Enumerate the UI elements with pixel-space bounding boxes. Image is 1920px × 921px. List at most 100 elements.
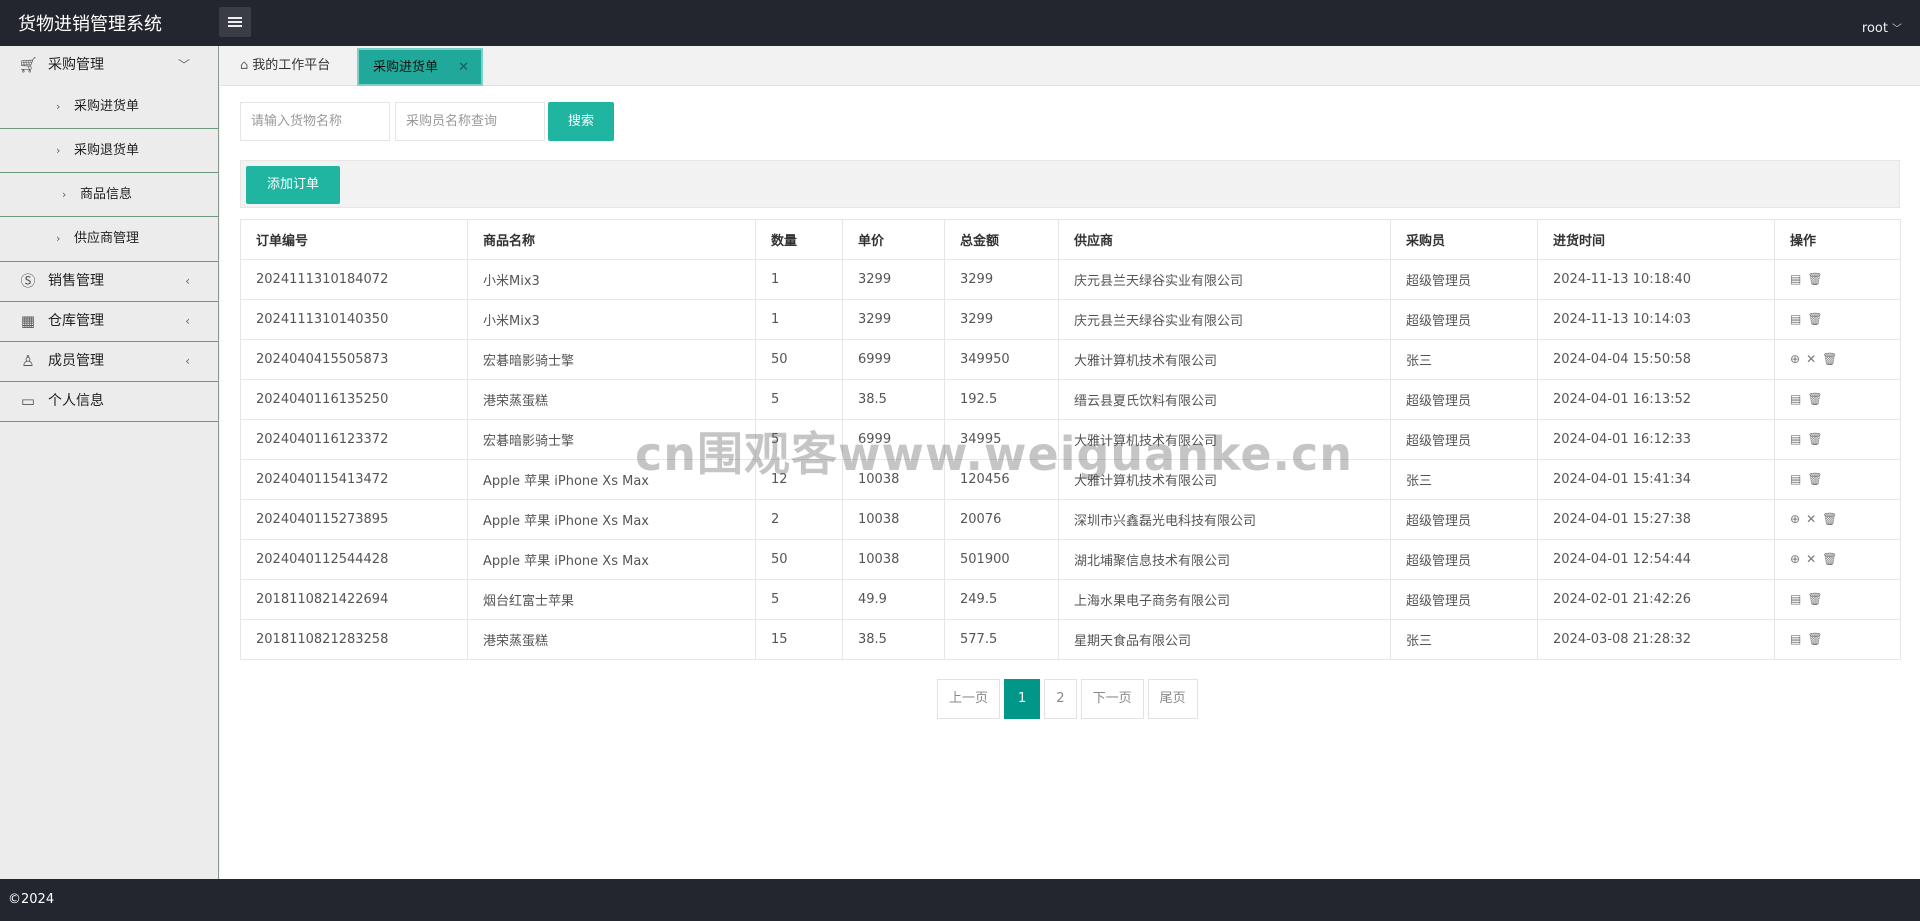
close-icon[interactable]: ✕: [458, 50, 469, 86]
nav-item-purchase-return[interactable]: › 采购退货单: [0, 129, 218, 173]
view-icon[interactable]: ▤: [1790, 472, 1801, 486]
col-date[interactable]: 进货时间: [1537, 219, 1775, 260]
tab-bar: ⌂ 我的工作平台 采购进货单 ✕: [220, 46, 1920, 86]
col-order-no[interactable]: 订单编号: [240, 219, 468, 260]
nav-purchase[interactable]: 🛒︎ 采购管理 ﹀: [0, 46, 218, 85]
view-icon[interactable]: ▤: [1790, 312, 1801, 326]
delete-icon[interactable]: 🗑︎: [1807, 472, 1822, 486]
table-row: 2024040116135250 港荣蒸蛋糕 5 38.5 192.5 缙云县夏氏饮料有限…: [240, 379, 1901, 420]
table-cell: 2018110821283258: [240, 619, 468, 660]
delete-icon[interactable]: 🗑︎: [1807, 432, 1822, 446]
col-supplier[interactable]: 供应商: [1058, 219, 1391, 260]
table-cell: 2024040116123372: [240, 419, 468, 460]
col-quantity[interactable]: 数量: [755, 219, 843, 260]
view-icon[interactable]: ▤: [1790, 432, 1801, 446]
delete-icon[interactable]: 🗑︎: [1807, 272, 1822, 286]
table-cell: 2024-11-13 10:18:40: [1537, 259, 1775, 300]
home-icon: ⌂: [240, 58, 249, 73]
nav-item-label: 采购进货单: [74, 99, 140, 114]
delete-icon[interactable]: 🗑︎: [1822, 552, 1837, 566]
table-cell: 577.5: [944, 619, 1059, 660]
buyer-name-input[interactable]: 采购员名称查询: [395, 102, 545, 141]
table-cell: Apple 苹果 iPhone Xs Max: [467, 539, 756, 580]
dollar-icon: Ⓢ: [20, 272, 36, 290]
nav-warehouse[interactable]: ▦ 仓库管理 ‹: [0, 302, 218, 341]
col-buyer[interactable]: 采购员: [1390, 219, 1538, 260]
table-row: 2024111310140350 小米Mix3 1 3299 3299 庆元县兰天绿谷实业…: [240, 299, 1901, 340]
table-cell: 49.9: [842, 579, 945, 620]
table-cell: 超级管理员: [1390, 539, 1538, 580]
table-cell: 3299: [944, 259, 1059, 300]
row-actions: ▤ 🗑︎: [1774, 419, 1901, 460]
delete-icon[interactable]: 🗑︎: [1822, 352, 1837, 366]
tab-purchase-order-label: 采购进货单: [373, 60, 439, 75]
table-cell: 2024040115273895: [240, 499, 468, 540]
view-icon[interactable]: ▤: [1790, 592, 1801, 606]
table-cell: 缙云县夏氏饮料有限公司: [1058, 379, 1391, 420]
approve-icon[interactable]: ⊕: [1790, 512, 1800, 526]
table-cell: 3299: [842, 299, 945, 340]
prev-page-button[interactable]: 上一页: [937, 679, 1001, 719]
page-2-button[interactable]: 2: [1044, 679, 1077, 719]
table-cell: 星期天食品有限公司: [1058, 619, 1391, 660]
delete-icon[interactable]: 🗑︎: [1822, 512, 1837, 526]
table-cell: 20076: [944, 499, 1059, 540]
chevron-left-icon: ‹: [185, 274, 190, 288]
delete-icon[interactable]: 🗑︎: [1807, 632, 1822, 646]
cancel-icon[interactable]: ✕: [1806, 352, 1816, 366]
last-page-button[interactable]: 尾页: [1147, 679, 1198, 719]
table-cell: 2024040115413472: [240, 459, 468, 500]
top-header: 货物进销管理系统 root ﹀: [0, 0, 1920, 46]
col-unit-price[interactable]: 单价: [842, 219, 945, 260]
next-page-button[interactable]: 下一页: [1080, 679, 1144, 719]
user-menu[interactable]: root ﹀: [1862, 20, 1902, 36]
table-cell: 2024-11-13 10:14:03: [1537, 299, 1775, 340]
username: root: [1861, 21, 1888, 36]
row-actions: ▤ 🗑︎: [1774, 459, 1901, 500]
approve-icon[interactable]: ⊕: [1790, 352, 1800, 366]
table-cell: 湖北埔聚信息技术有限公司: [1058, 539, 1391, 580]
table-cell: 小米Mix3: [467, 299, 756, 340]
nav-item-purchase-order[interactable]: › 采购进货单: [0, 85, 218, 129]
col-total[interactable]: 总金额: [944, 219, 1059, 260]
delete-icon[interactable]: 🗑︎: [1807, 392, 1822, 406]
nav-group-members: ♙ 成员管理 ‹: [0, 342, 218, 382]
view-icon[interactable]: ▤: [1790, 632, 1801, 646]
search-button[interactable]: 搜索: [548, 102, 614, 141]
cart-icon: 🛒︎: [18, 56, 38, 74]
col-goods-name[interactable]: 商品名称: [467, 219, 756, 260]
table-cell: 249.5: [944, 579, 1059, 620]
tab-home[interactable]: ⌂ 我的工作平台: [226, 48, 344, 86]
cancel-icon[interactable]: ✕: [1806, 552, 1816, 566]
view-icon[interactable]: ▤: [1790, 392, 1801, 406]
nav-item-goods-info[interactable]: › 商品信息: [0, 173, 218, 217]
warehouse-icon: ▦: [20, 312, 36, 330]
table-cell: 2024-04-01 16:13:52: [1537, 379, 1775, 420]
table-cell: 庆元县兰天绿谷实业有限公司: [1058, 259, 1391, 300]
nav-item-supplier[interactable]: › 供应商管理: [0, 217, 218, 261]
nav-profile[interactable]: ▭ 个人信息: [0, 382, 218, 421]
delete-icon[interactable]: 🗑︎: [1807, 592, 1822, 606]
table-cell: 大雅计算机技术有限公司: [1058, 339, 1391, 380]
approve-icon[interactable]: ⊕: [1790, 552, 1800, 566]
cancel-icon[interactable]: ✕: [1806, 512, 1816, 526]
table-cell: 2024-02-01 21:42:26: [1537, 579, 1775, 620]
add-order-button[interactable]: 添加订单: [246, 166, 340, 204]
table-row: 2024040415505873 宏碁暗影骑士擎 50 6999 349950 大雅计算机…: [240, 339, 1901, 380]
row-actions: ⊕ ✕ 🗑︎: [1774, 539, 1901, 580]
nav-item-label: 商品信息: [80, 187, 133, 202]
chevron-left-icon: ‹: [185, 314, 190, 328]
pagination: 上一页 1 2 下一页 尾页: [937, 679, 1198, 719]
page-1-button[interactable]: 1: [1004, 679, 1041, 719]
table-cell: 50: [755, 339, 843, 380]
nav-sales[interactable]: Ⓢ 销售管理 ‹: [0, 262, 218, 301]
nav-item-label: 供应商管理: [74, 231, 140, 246]
menu-toggle-button[interactable]: [219, 7, 251, 37]
nav-members[interactable]: ♙ 成员管理 ‹: [0, 342, 218, 381]
goods-name-input[interactable]: 请输入货物名称: [240, 102, 390, 141]
id-card-icon: ▭: [20, 392, 36, 410]
delete-icon[interactable]: 🗑︎: [1807, 312, 1822, 326]
view-icon[interactable]: ▤: [1790, 272, 1801, 286]
tab-purchase-order[interactable]: 采购进货单 ✕: [357, 48, 483, 86]
row-actions: ▤ 🗑︎: [1774, 619, 1901, 660]
